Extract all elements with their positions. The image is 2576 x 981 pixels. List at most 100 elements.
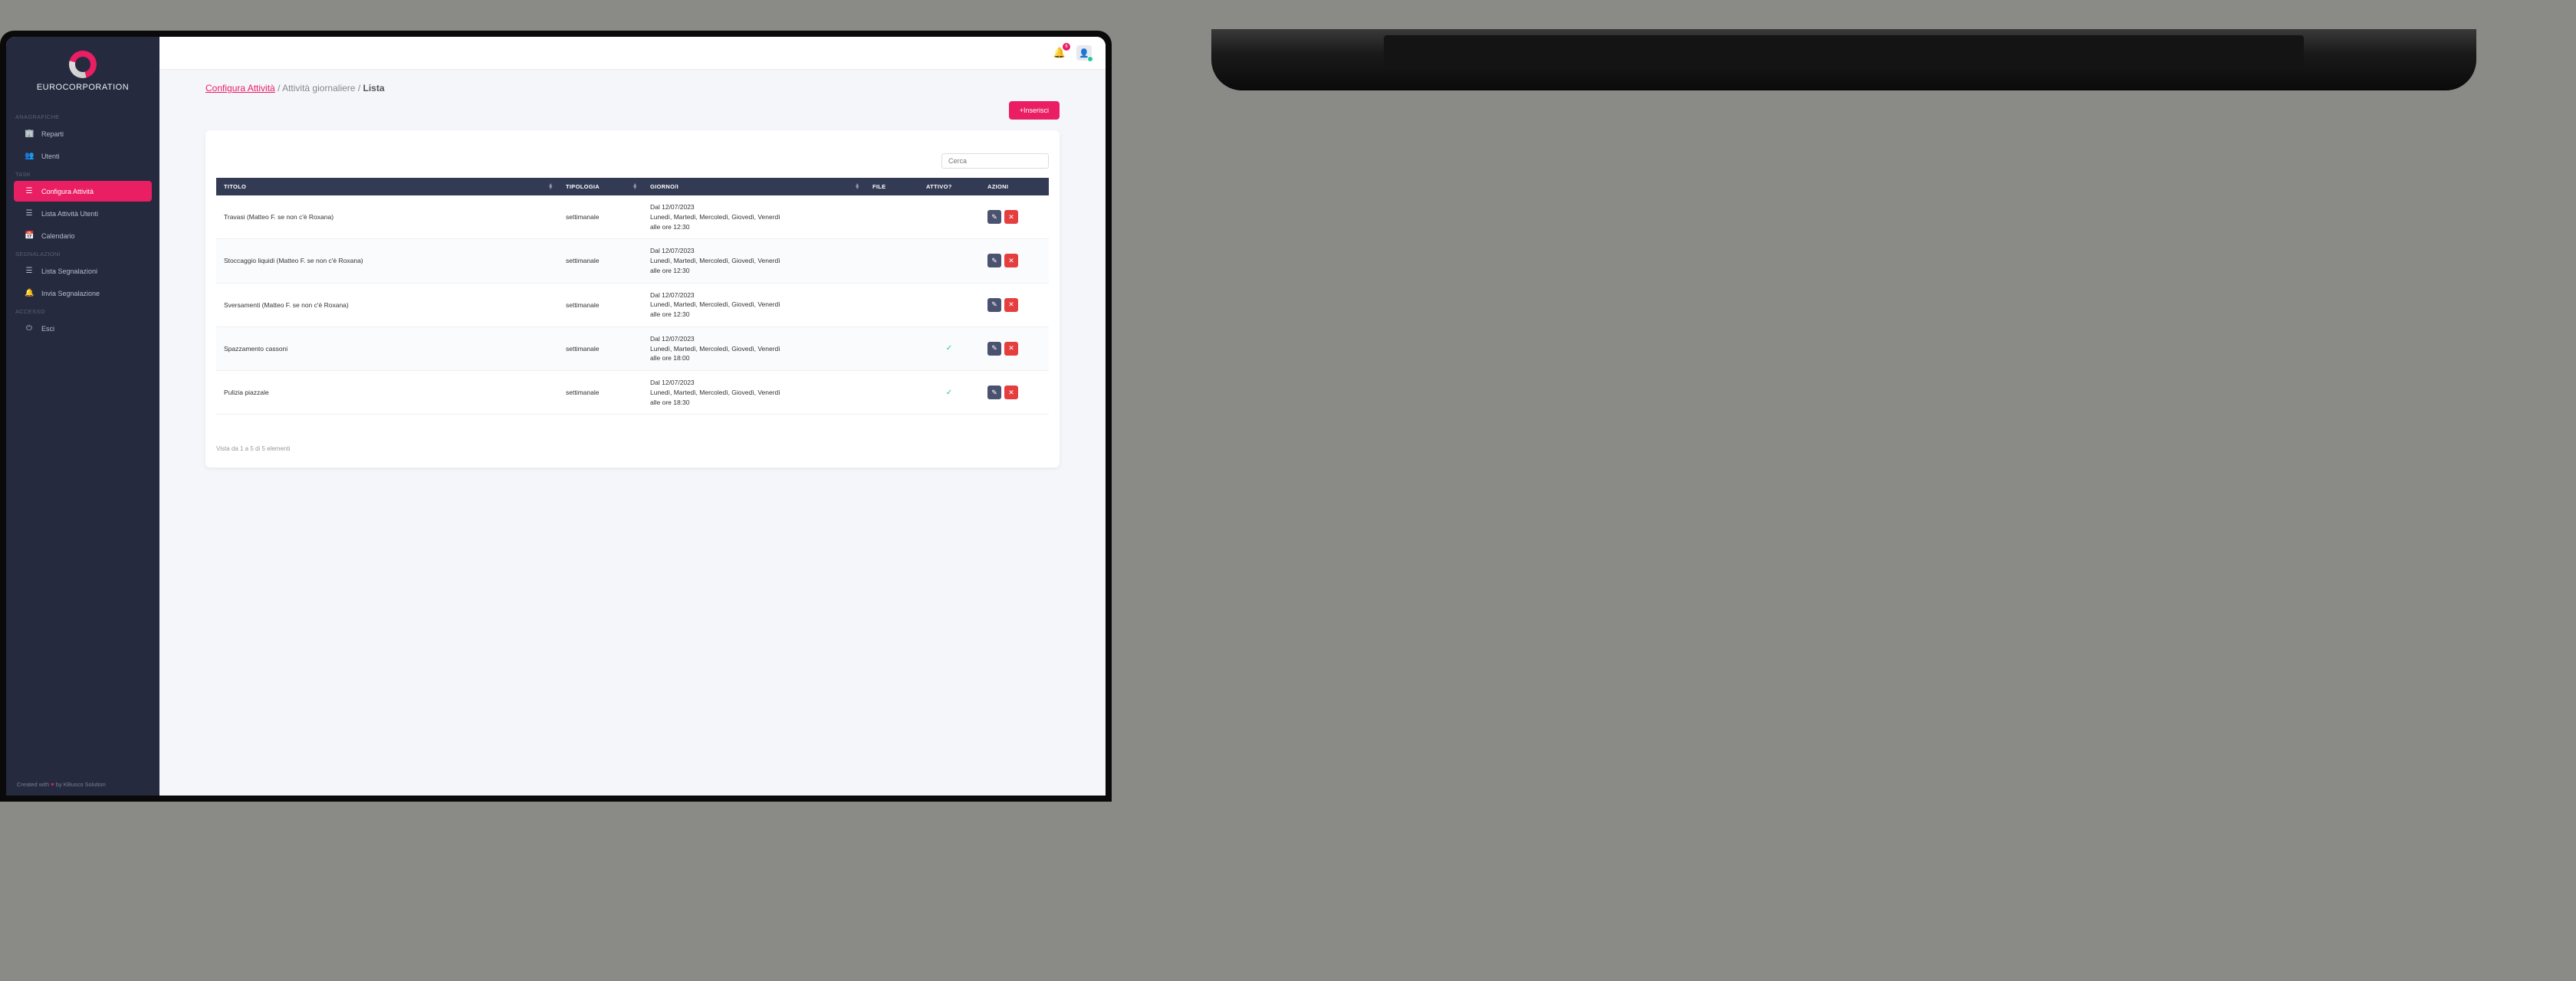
cell-actions: ✎✕ [980,371,1049,415]
cell-title: Spazzamento cassoni [216,326,558,370]
cell-active: ✓ [918,326,980,370]
check-icon: ✓ [926,344,972,353]
sidebar-item[interactable]: ☰ Lista Segnalazioni [14,261,152,281]
edit-button[interactable]: ✎ [987,210,1001,224]
cell-type: settimanale [558,371,642,415]
nav-label: Configura Attività [41,188,94,195]
nav-icon: 📅 [25,231,34,240]
activities-table: TITOLO▲▼ TIPOLOGIA▲▼ GIORNO/I▲▼ FILE ATT… [216,178,1049,415]
breadcrumb: Configura Attività / Attività giornalier… [205,83,1060,94]
nav-section-label: TASK [6,168,159,179]
cell-title: Pulizia piazzale [216,371,558,415]
cell-active: ✓ [918,371,980,415]
sidebar-item[interactable]: 👥 Utenti [14,146,152,166]
delete-button[interactable]: ✕ [1004,386,1018,399]
sidebar-item[interactable]: ⏻ Esci [14,318,152,339]
cell-days: Dal 12/07/2023Lunedì, Martedì, Mercoledì… [642,283,865,326]
laptop-frame: EUROCORPORATION ANAGRAFICHE 🏢 Reparti 👥 Uten… [0,31,1112,802]
table-footer-info: Vista da 1 a 5 di 5 elementi [216,445,1049,452]
nav-icon: 🏢 [25,130,34,138]
nav-icon: 🔔 [25,289,34,297]
sidebar: EUROCORPORATION ANAGRAFICHE 🏢 Reparti 👥 Uten… [6,37,159,796]
cell-active [918,239,980,283]
sidebar-item[interactable]: 🔔 Invia Segnalazione [14,283,152,303]
delete-button[interactable]: ✕ [1004,254,1018,267]
cell-days: Dal 12/07/2023Lunedì, Martedì, Mercoledì… [642,371,865,415]
nav-label: Reparti [41,130,64,138]
nav-section-label: ACCESSO [6,305,159,317]
col-file[interactable]: FILE [865,178,918,195]
nav-section-label: ANAGRAFICHE [6,110,159,122]
nav-icon: 👥 [25,152,34,160]
cell-file [865,326,918,370]
nav-label: Invia Segnalazione [41,290,100,297]
cell-file [865,195,918,239]
notification-badge: 6 [1063,43,1070,51]
cell-active [918,283,980,326]
nav-icon: ☰ [25,187,34,195]
table-row: Spazzamento cassonisettimanaleDal 12/07/… [216,326,1049,370]
sidebar-item[interactable]: ☰ Configura Attività [14,181,152,202]
nav-label: Utenti [41,153,60,160]
logo: EUROCORPORATION [6,37,159,110]
nav-icon: ⏻ [25,324,34,333]
delete-button[interactable]: ✕ [1004,298,1018,312]
col-title[interactable]: TITOLO▲▼ [216,178,558,195]
sidebar-item[interactable]: 📅 Calendario [14,225,152,246]
laptop-base [1211,29,2476,90]
cell-actions: ✎✕ [980,326,1049,370]
breadcrumb-current: Lista [363,83,384,94]
nav-label: Calendario [41,232,75,240]
col-days[interactable]: GIORNO/I▲▼ [642,178,865,195]
table-row: Stoccaggio liquidi (Matteo F. se non c'è… [216,239,1049,283]
nav-label: Esci [41,325,54,333]
content: Configura Attività / Attività giornalier… [159,69,1106,498]
delete-button[interactable]: ✕ [1004,210,1018,224]
col-active[interactable]: ATTIVO? [918,178,980,195]
col-actions: AZIONI [980,178,1049,195]
notifications-button[interactable]: 🔔 6 [1053,46,1066,60]
nav-label: Lista Attività Utenti [41,210,98,218]
table-row: Pulizia piazzalesettimanaleDal 12/07/202… [216,371,1049,415]
nav-icon: ☰ [25,267,34,275]
cell-days: Dal 12/07/2023Lunedì, Martedì, Mercoledì… [642,195,865,239]
edit-button[interactable]: ✎ [987,386,1001,399]
logo-icon [69,51,97,78]
edit-button[interactable]: ✎ [987,254,1001,267]
cell-days: Dal 12/07/2023Lunedì, Martedì, Mercoledì… [642,239,865,283]
cell-days: Dal 12/07/2023Lunedì, Martedì, Mercoledì… [642,326,865,370]
breadcrumb-root[interactable]: Configura Attività [205,83,275,94]
sidebar-item[interactable]: 🏢 Reparti [14,123,152,144]
cell-actions: ✎✕ [980,195,1049,239]
cell-type: settimanale [558,326,642,370]
sidebar-item[interactable]: ☰ Lista Attività Utenti [14,203,152,224]
topbar: 🔔 6 👤 [159,37,1106,69]
insert-button[interactable]: +Inserisci [1009,101,1060,120]
cell-title: Stoccaggio liquidi (Matteo F. se non c'è… [216,239,558,283]
cell-file [865,239,918,283]
cell-actions: ✎✕ [980,283,1049,326]
nav-label: Lista Segnalazioni [41,267,97,275]
check-icon: ✓ [926,389,972,397]
user-menu[interactable]: 👤 [1076,45,1092,61]
cell-title: Sversamenti (Matteo F. se non c'è Roxana… [216,283,558,326]
table-row: Travasi (Matteo F. se non c'è Roxana)set… [216,195,1049,239]
cell-title: Travasi (Matteo F. se non c'è Roxana) [216,195,558,239]
cell-file [865,371,918,415]
cell-type: settimanale [558,195,642,239]
delete-button[interactable]: ✕ [1004,342,1018,356]
brand-name: EUROCORPORATION [6,83,159,92]
edit-button[interactable]: ✎ [987,298,1001,312]
app-screen: EUROCORPORATION ANAGRAFICHE 🏢 Reparti 👥 Uten… [6,37,1106,796]
cell-active [918,195,980,239]
cell-actions: ✎✕ [980,239,1049,283]
sidebar-footer: Created with ♥ by KBusco Solution [6,773,159,796]
col-type[interactable]: TIPOLOGIA▲▼ [558,178,642,195]
cell-type: settimanale [558,283,642,326]
nav-icon: ☰ [25,209,34,218]
main-area: 🔔 6 👤 Configura Attività / Attività gior… [159,37,1106,796]
search-input[interactable] [941,153,1049,169]
cell-type: settimanale [558,239,642,283]
table-row: Sversamenti (Matteo F. se non c'è Roxana… [216,283,1049,326]
edit-button[interactable]: ✎ [987,342,1001,356]
